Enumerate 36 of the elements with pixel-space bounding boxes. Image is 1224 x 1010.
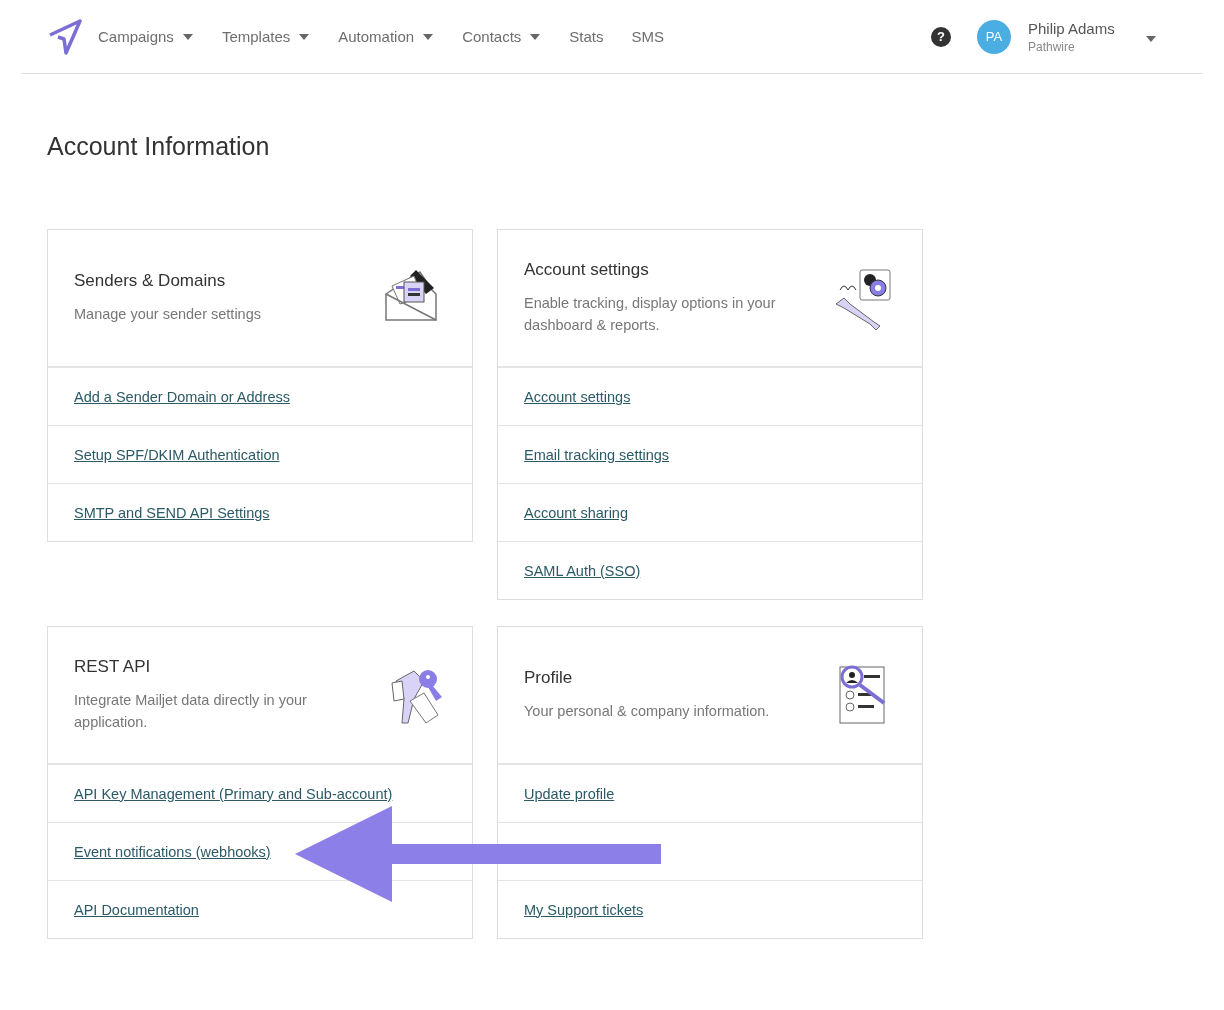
settings-link[interactable]: Update profile: [524, 785, 615, 802]
settings-link[interactable]: Email tracking settings: [524, 446, 670, 463]
settings-link[interactable]: Add a Sender Domain or Address: [74, 388, 290, 405]
nav-menu-item[interactable]: Automation: [338, 28, 434, 45]
caret-icon: [1146, 35, 1156, 42]
card-description: Integrate Mailjet data directly in your application.: [74, 691, 308, 732]
card-title: REST API: [74, 657, 152, 677]
card-title: Senders & Domains: [74, 271, 227, 291]
settings-link[interactable]: API Key Management (Primary and Sub-account): [74, 785, 393, 802]
settings-link[interactable]: Account settings: [524, 388, 631, 405]
settings-link[interactable]: Setup SPF/DKIM Authentication: [74, 446, 280, 463]
wrench-gear-icon: [835, 269, 891, 331]
nav-menu-item[interactable]: Campaigns: [98, 28, 193, 45]
settings-link[interactable]: My Support tickets: [524, 901, 644, 918]
settings-link[interactable]: SAML Auth (SSO): [524, 562, 641, 579]
nav-menu-item[interactable]: Templates: [221, 28, 310, 45]
card-title: Profile: [524, 668, 574, 688]
card-description: Manage your sender settings: [74, 305, 261, 324]
card-title: Account settings: [524, 260, 650, 280]
settings-link[interactable]: SMTP and SEND API Settings: [74, 504, 270, 521]
card-description: Enable tracking, display options in your dashboard & reports.: [524, 294, 777, 335]
company-name: Pathwire: [1028, 39, 1076, 54]
nav-menu-item[interactable]: SMS: [631, 28, 665, 45]
paper-plane-logo[interactable]: [48, 18, 82, 55]
nav-menu-item[interactable]: Contacts: [462, 28, 541, 45]
keys-icon: [391, 670, 442, 724]
settings-link[interactable]: Event notifications (webhooks): [74, 843, 271, 860]
user-name: Philip Adams: [1028, 19, 1116, 37]
nav-menu-item[interactable]: Stats: [569, 28, 604, 45]
page-title: Account Information: [47, 132, 271, 161]
help-icon[interactable]: ?: [931, 26, 951, 47]
envelope-icon: [385, 270, 437, 321]
settings-link[interactable]: API Documentation: [74, 901, 199, 918]
card-description: Your personal & company information.: [524, 702, 770, 721]
profile-search-icon: [839, 665, 886, 724]
settings-link[interactable]: Account sharing: [524, 504, 628, 521]
